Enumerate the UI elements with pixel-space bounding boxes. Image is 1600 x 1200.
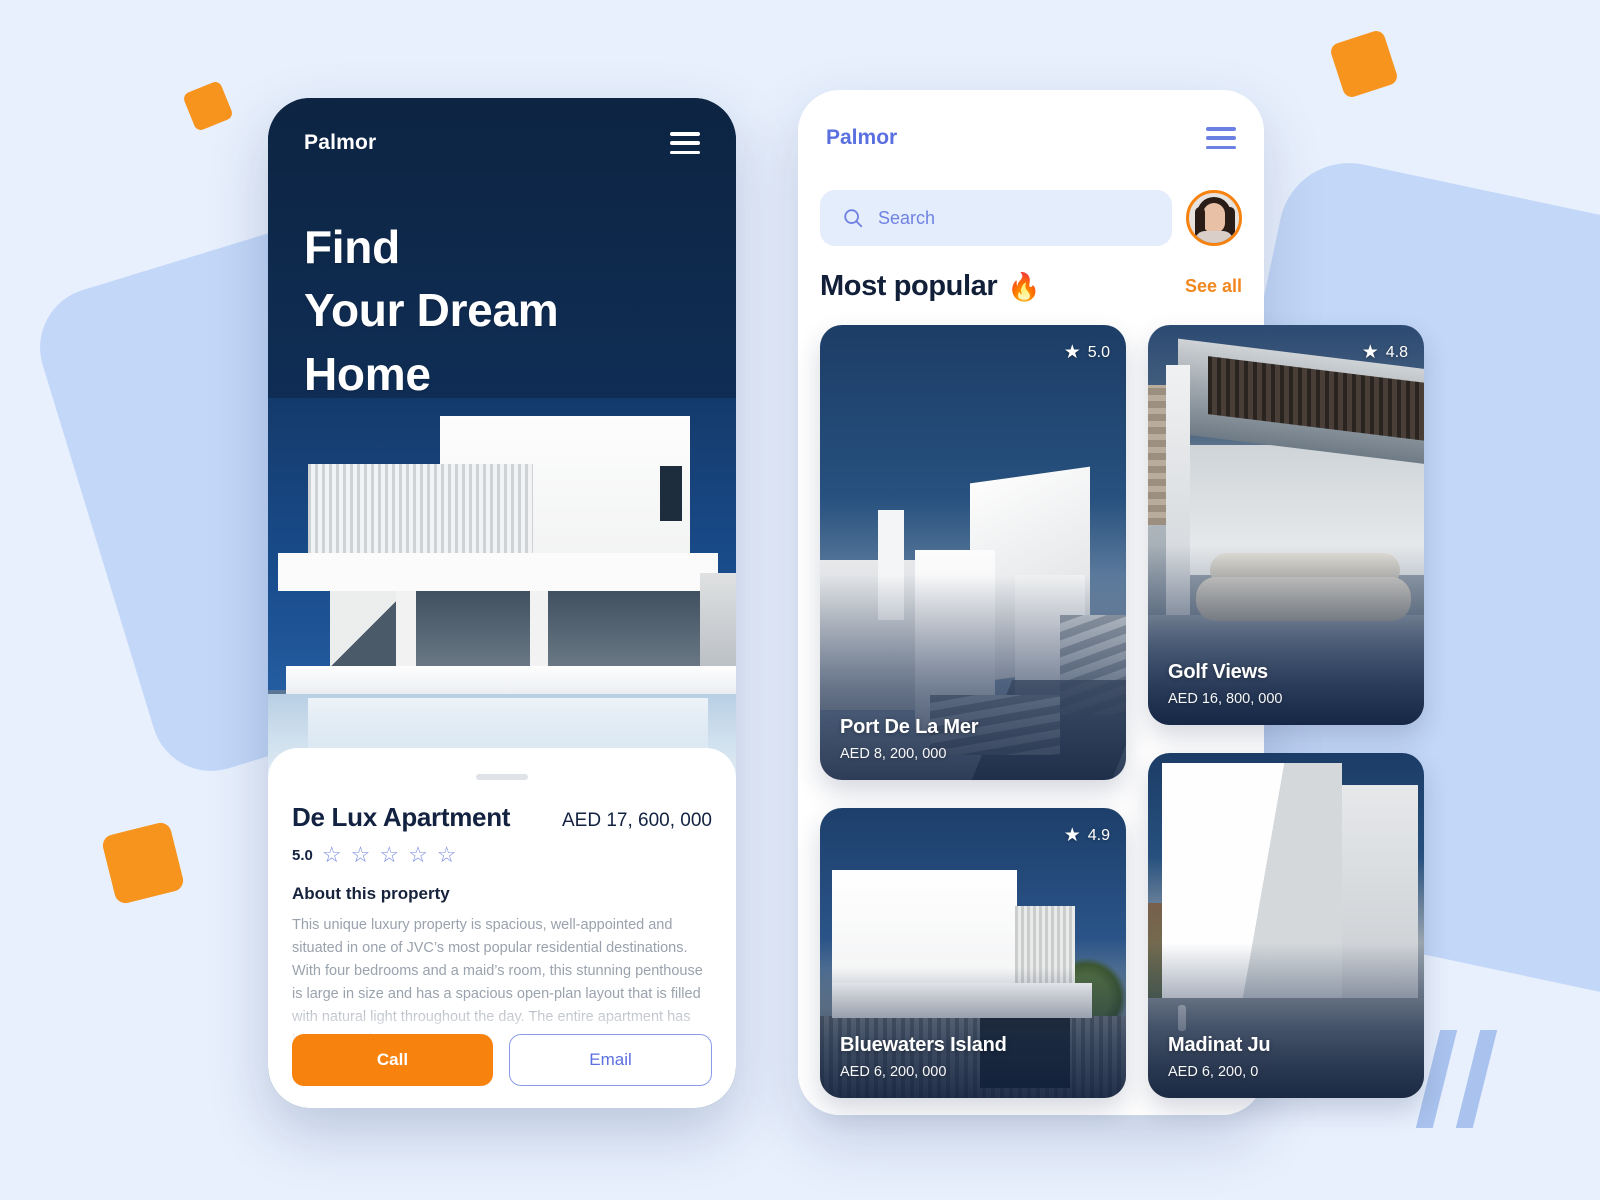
app-brand-left: Palmor <box>304 131 377 154</box>
star-rating[interactable]: ☆ ☆ ☆ ☆ ☆ <box>322 844 457 866</box>
about-text-wrapper: This unique luxury property is spacious,… <box>292 914 712 1054</box>
section-header: Most popular 🔥 See all <box>820 270 1242 303</box>
search-placeholder: Search <box>878 207 936 228</box>
headline-line-2: Your Dream <box>304 284 559 337</box>
decorative-slashes <box>1415 1030 1530 1130</box>
property-name: Port De La Mer <box>840 716 979 738</box>
headline-line-1: Find <box>304 221 400 273</box>
star-outline-icon[interactable]: ☆ <box>408 844 428 866</box>
phone-mockup-home-screen: Palmor Search Most popular 🔥 See all ★ 5… <box>798 90 1424 1115</box>
left-top-bar: Palmor <box>268 98 736 188</box>
section-title-text: Most popular <box>820 270 998 302</box>
fire-icon: 🔥 <box>1007 271 1041 302</box>
avatar[interactable] <box>1186 190 1242 246</box>
star-filled-icon: ★ <box>1361 342 1379 363</box>
right-top-bar: Palmor <box>798 90 1264 186</box>
rating-value: 4.8 <box>1385 343 1408 361</box>
call-button[interactable]: Call <box>292 1034 493 1086</box>
decorative-orange-square-bottom-left <box>100 820 186 906</box>
property-detail-sheet: De Lux Apartment AED 17, 600, 000 5.0 ☆ … <box>268 748 736 1108</box>
star-filled-icon: ★ <box>1063 825 1081 846</box>
phone-mockup-detail-screen: Palmor Find Your Dream Home De Lux Apart… <box>268 98 736 1108</box>
hamburger-icon[interactable] <box>670 132 700 154</box>
property-title: De Lux Apartment <box>292 802 511 832</box>
section-title: Most popular 🔥 <box>820 270 1041 303</box>
property-header-row: De Lux Apartment AED 17, 600, 000 <box>292 802 712 833</box>
card-caption: Port De La Mer AED 8, 200, 000 <box>840 716 979 762</box>
hamburger-icon[interactable] <box>1206 127 1236 149</box>
sheet-drag-handle[interactable] <box>476 774 528 780</box>
rating-value: 5.0 <box>1087 343 1110 361</box>
rating-row: 5.0 ☆ ☆ ☆ ☆ ☆ <box>292 844 712 866</box>
star-outline-icon[interactable]: ☆ <box>351 844 371 866</box>
property-price: AED 6, 200, 0 <box>1168 1064 1259 1080</box>
email-button[interactable]: Email <box>509 1034 712 1086</box>
star-filled-icon: ★ <box>1063 342 1081 363</box>
property-name: Madinat Ju <box>1168 1034 1271 1056</box>
about-heading: About this property <box>292 884 450 903</box>
rating-badge: ★ 4.9 <box>1064 824 1110 847</box>
property-price: AED 6, 200, 000 <box>840 1064 947 1080</box>
property-card[interactable]: ★ 4.8 Golf Views AED 16, 800, 000 <box>1148 325 1424 725</box>
decorative-orange-square-top-left <box>181 79 235 133</box>
search-icon <box>844 209 863 228</box>
property-card[interactable]: ★ 5.0 Port De La Mer AED 8, 200, 000 <box>820 325 1126 780</box>
property-price: AED 8, 200, 000 <box>840 746 947 762</box>
property-card[interactable]: Madinat Ju AED 6, 200, 0 <box>1148 753 1424 1098</box>
property-name: Golf Views <box>1168 661 1268 683</box>
property-price: AED 16, 800, 000 <box>1168 691 1283 707</box>
card-caption: Madinat Ju AED 6, 200, 0 <box>1168 1034 1271 1080</box>
property-name: Bluewaters Island <box>840 1034 1007 1056</box>
action-buttons-row: Call Email <box>292 1034 712 1086</box>
star-outline-icon[interactable]: ☆ <box>322 844 342 866</box>
star-outline-icon[interactable]: ☆ <box>437 844 457 866</box>
rating-badge: ★ 4.8 <box>1362 341 1408 364</box>
about-description: This unique luxury property is spacious,… <box>292 917 703 1048</box>
rating-value: 5.0 <box>292 846 313 864</box>
hero-headline: Find Your Dream Home <box>304 216 559 406</box>
rating-badge: ★ 5.0 <box>1064 341 1110 364</box>
card-caption: Golf Views AED 16, 800, 000 <box>1168 661 1282 707</box>
property-price: AED 17, 600, 000 <box>562 810 712 831</box>
property-card[interactable]: ★ 4.9 Bluewaters Island AED 6, 200, 000 <box>820 808 1126 1098</box>
star-outline-icon[interactable]: ☆ <box>379 844 399 866</box>
search-input[interactable]: Search <box>820 190 1172 246</box>
see-all-link[interactable]: See all <box>1185 276 1242 297</box>
card-caption: Bluewaters Island AED 6, 200, 000 <box>840 1034 1007 1080</box>
headline-line-3: Home <box>304 347 431 400</box>
search-row: Search <box>820 190 1242 246</box>
app-brand-right: Palmor <box>826 126 898 149</box>
rating-value: 4.9 <box>1087 826 1110 844</box>
decorative-orange-square-top-right <box>1328 28 1400 100</box>
